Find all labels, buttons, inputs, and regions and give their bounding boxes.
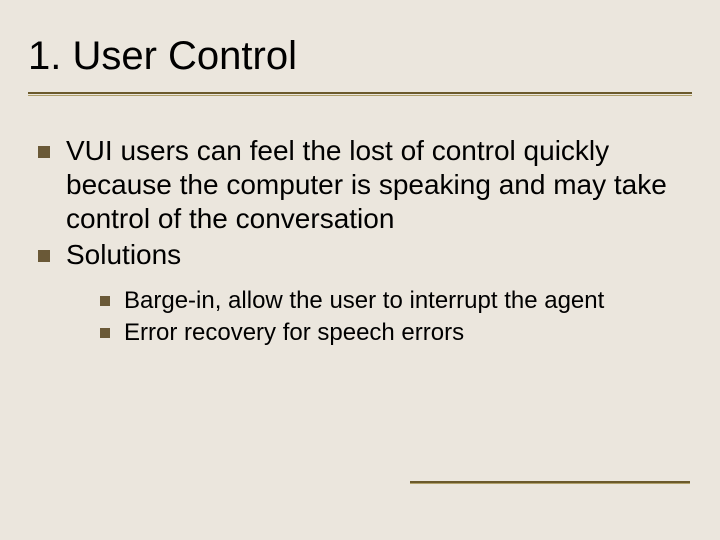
bullet-text: VUI users can feel the lost of control q… bbox=[66, 134, 678, 236]
list-item: Error recovery for speech errors bbox=[100, 318, 678, 348]
square-bullet-icon bbox=[38, 250, 50, 262]
slide-title: 1. User Control bbox=[28, 34, 297, 79]
slide: 1. User Control VUI users can feel the l… bbox=[0, 0, 720, 540]
bullet-text: Error recovery for speech errors bbox=[124, 318, 464, 348]
list-item: Barge-in, allow the user to interrupt th… bbox=[100, 286, 678, 316]
square-bullet-icon bbox=[38, 146, 50, 158]
title-underline bbox=[28, 92, 692, 96]
slide-content: VUI users can feel the lost of control q… bbox=[38, 134, 678, 350]
square-bullet-icon bbox=[100, 296, 110, 306]
square-bullet-icon bbox=[100, 328, 110, 338]
footer-accent-line bbox=[410, 481, 690, 484]
list-item: Solutions bbox=[38, 238, 678, 272]
bullet-text: Solutions bbox=[66, 238, 181, 272]
list-item: VUI users can feel the lost of control q… bbox=[38, 134, 678, 236]
sub-list: Barge-in, allow the user to interrupt th… bbox=[100, 286, 678, 348]
bullet-text: Barge-in, allow the user to interrupt th… bbox=[124, 286, 604, 316]
